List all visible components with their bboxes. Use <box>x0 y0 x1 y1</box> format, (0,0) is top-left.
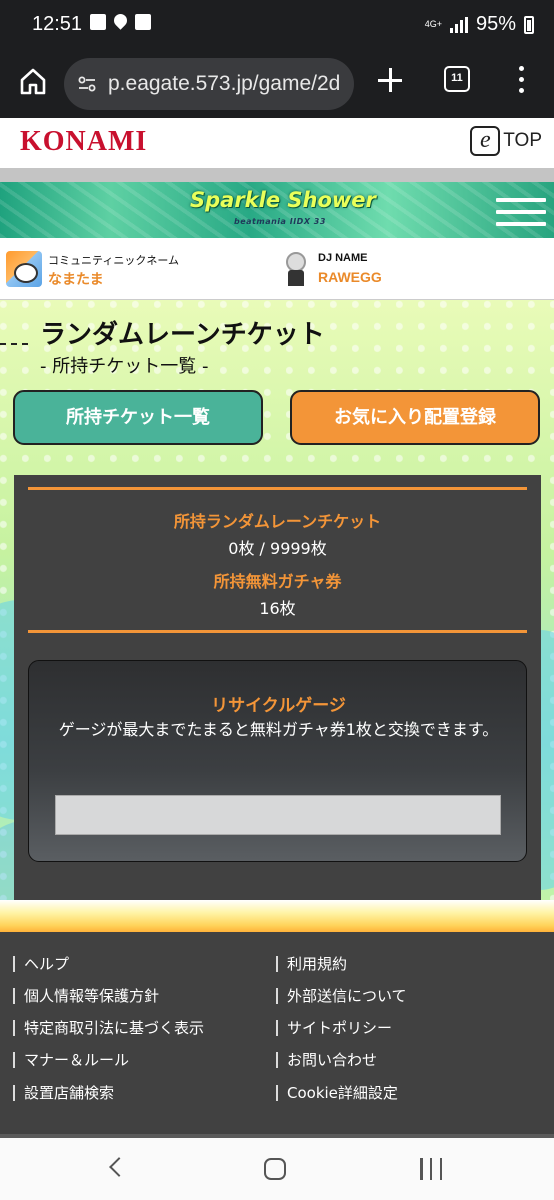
footer-link-external-transmission[interactable]: 外部送信について <box>276 988 407 1004</box>
site-settings-icon[interactable] <box>78 75 96 93</box>
footer-link-terms[interactable]: 利用規約 <box>276 956 347 972</box>
community-avatar <box>6 251 42 287</box>
random-lane-ticket-count: 0枚 / 9999枚 <box>228 539 327 558</box>
eagate-logo-icon: e <box>470 126 501 156</box>
profile-bar: コミュニティニックネーム なまたま DJ NAME RAWEGG <box>0 238 554 300</box>
etop-link[interactable]: e TOP <box>470 126 542 156</box>
favorite-register-button[interactable]: お気に入り配置登録 <box>290 390 540 445</box>
game-logo[interactable]: Sparkle Shower beatmania IIDX 33 <box>190 188 376 232</box>
free-gacha-label: 所持無料ガチャ券 <box>213 572 342 591</box>
free-gacha-count: 16枚 <box>259 599 296 618</box>
status-notification-icons <box>90 11 151 30</box>
network-type: 4G+ <box>424 19 442 29</box>
dj-avatar <box>282 250 310 288</box>
system-nav-bar <box>0 1138 554 1200</box>
recycle-gauge-bar <box>55 795 501 835</box>
dj-name-label: DJ NAME <box>318 252 368 264</box>
community-name-value: なまたま <box>48 272 104 288</box>
footer-link-store-search[interactable]: 設置店舗検索 <box>13 1085 114 1101</box>
signal-icon <box>449 16 468 33</box>
status-time: 12:51 <box>32 13 83 35</box>
title-decoration <box>0 343 28 345</box>
location-icon <box>111 11 130 30</box>
footer-link-contact[interactable]: お問い合わせ <box>276 1052 377 1068</box>
recent-apps-icon[interactable] <box>420 1158 442 1180</box>
battery-percent: 95% <box>475 13 516 35</box>
home-button-icon[interactable] <box>264 1158 286 1180</box>
page-title: ランダムレーンチケット <box>40 320 325 350</box>
recycle-gauge-box: リサイクルゲージ ゲージが最大までたまると無料ガチャ券1枚と交換できます。 <box>28 660 527 862</box>
footer-link-commerce-law[interactable]: 特定商取引法に基づく表示 <box>13 1020 204 1036</box>
url-text: p.eagate.573.jp/game/2d <box>108 72 341 95</box>
image-icon <box>90 14 106 30</box>
footer-link-manners[interactable]: マナー＆ルール <box>13 1052 129 1068</box>
game-logo-subtitle: beatmania IIDX 33 <box>234 217 326 226</box>
address-bar[interactable]: p.eagate.573.jp/game/2d <box>64 58 354 110</box>
community-name-label: コミュニティニックネーム <box>48 254 180 267</box>
footer-link-help[interactable]: ヘルプ <box>13 956 69 972</box>
browser-toolbar: p.eagate.573.jp/game/2d 11 <box>0 50 554 118</box>
header-divider <box>0 168 554 182</box>
battery-icon <box>524 15 534 34</box>
tab-switcher-button[interactable]: 11 <box>444 66 470 92</box>
footer-link-site-policy[interactable]: サイトポリシー <box>276 1020 392 1036</box>
ticket-panel: 所持ランダムレーンチケット 0枚 / 9999枚 所持無料ガチャ券 16枚 リサ… <box>14 475 541 932</box>
footer-link-cookie-settings[interactable]: Cookie詳細設定 <box>276 1085 398 1101</box>
main-content: ランダムレーンチケット - 所持チケット一覧 - 所持チケット一覧 お気に入り配… <box>0 300 554 932</box>
etop-label: TOP <box>503 130 542 151</box>
recycle-gauge-title: リサイクルゲージ <box>211 696 346 716</box>
game-logo-title: Sparkle Shower <box>190 188 376 212</box>
footer-divider <box>0 900 554 932</box>
konami-logo[interactable]: KONAMI <box>20 126 147 158</box>
checkbox-icon <box>135 14 151 30</box>
random-lane-ticket-label: 所持ランダムレーンチケット <box>173 512 382 531</box>
page-subtitle: - 所持チケット一覧 - <box>40 356 209 377</box>
site-footer: ヘルプ 個人情報等保護方針 特定商取引法に基づく表示 マナー＆ルール 設置店舗検… <box>0 932 554 1138</box>
game-banner: Sparkle Shower beatmania IIDX 33 <box>0 182 554 238</box>
status-bar: 12:51 4G+ 95% <box>0 0 554 50</box>
back-icon[interactable] <box>109 1157 129 1177</box>
ticket-list-button[interactable]: 所持チケット一覧 <box>13 390 263 445</box>
hamburger-menu-icon[interactable] <box>496 198 546 226</box>
panel-divider-bottom <box>28 630 527 633</box>
panel-divider-top <box>28 487 527 490</box>
overflow-menu-icon[interactable] <box>512 66 532 94</box>
site-header: KONAMI e TOP <box>0 118 554 168</box>
recycle-gauge-description: ゲージが最大までたまると無料ガチャ券1枚と交換できます。 <box>58 720 499 739</box>
home-icon[interactable] <box>18 66 48 96</box>
footer-link-privacy[interactable]: 個人情報等保護方針 <box>13 988 159 1004</box>
status-system-icons: 4G+ 95% <box>425 13 534 36</box>
new-tab-icon[interactable] <box>374 64 406 96</box>
dj-name-value: RAWEGG <box>318 269 382 285</box>
